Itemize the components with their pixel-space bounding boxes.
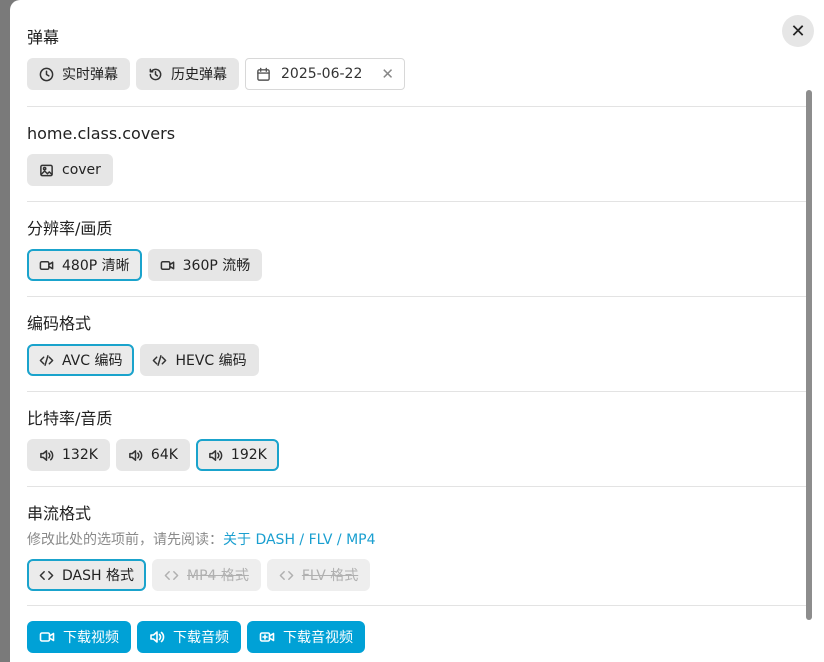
video-camera-icon [39,260,54,270]
stream-note: 修改此处的选项前，请先阅读：关于 DASH / FLV / MP4 [27,529,807,549]
video-camera-icon [160,260,174,270]
cover-button[interactable]: cover [27,154,113,186]
divider [27,486,807,487]
actions-section: 下载视频 下载音频 下载音视频 [27,621,807,653]
resolution-360p-option[interactable]: 360P 流畅 [147,249,263,281]
video-plus-icon [259,632,275,642]
code-brackets-icon [279,570,294,580]
bitrate-section: 比特率/音质 132K 64K 192K [27,408,807,471]
divider [27,106,807,107]
codec-section: 编码格式 AVC 编码 HEVC 编码 [27,313,807,376]
download-audio-button[interactable]: 下载音频 [137,621,241,653]
stream-mp4-label: MP4 格式 [186,568,249,584]
image-icon [40,164,53,176]
bitrate-192k-label: 192K [230,447,267,463]
bitrate-132k-label: 132K [62,447,98,463]
stream-heading: 串流格式 [27,504,92,523]
speaker-icon [209,449,223,461]
bitrate-132k-option[interactable]: 132K [27,439,110,471]
codec-hevc-option[interactable]: HEVC 编码 [140,344,259,376]
download-av-label: 下载音视频 [283,630,353,646]
danmaku-section: 弹幕 实时弹幕 历史弹幕 2025-06-22 ✕ [27,27,807,90]
divider [27,201,807,202]
download-video-label: 下载视频 [63,630,119,646]
covers-heading: home.class.covers [27,124,176,143]
code-brackets-icon [164,570,179,580]
danmaku-heading: 弹幕 [27,28,60,47]
clear-date-icon[interactable]: ✕ [381,65,394,83]
realtime-danmaku-label: 实时弹幕 [62,67,118,83]
code-icon [153,354,167,366]
download-av-button[interactable]: 下载音视频 [247,621,365,653]
scrollbar-thumb[interactable] [806,90,812,620]
stream-mp4-option: MP4 格式 [151,559,261,591]
resolution-heading: 分辨率/画质 [27,219,113,238]
download-video-button[interactable]: 下载视频 [27,621,131,653]
speaker-icon [40,449,54,461]
resolution-480p-label: 480P 清晰 [62,258,130,274]
date-picker[interactable]: 2025-06-22 ✕ [245,58,405,90]
divider [27,391,807,392]
divider [27,296,807,297]
realtime-danmaku-button[interactable]: 实时弹幕 [27,58,130,90]
scrollbar[interactable] [806,90,812,620]
download-dialog: ✕ 弹幕 实时弹幕 历史弹幕 2025-06-22 ✕ home.class.c… [10,0,824,662]
stream-section: 串流格式 修改此处的选项前，请先阅读：关于 DASH / FLV / MP4 D… [27,503,807,591]
date-value: 2025-06-22 [281,66,363,82]
video-camera-icon [39,632,55,642]
download-audio-label: 下载音频 [173,630,229,646]
covers-section: home.class.covers cover [27,123,807,186]
divider [27,605,807,606]
stream-dash-label: DASH 格式 [62,568,134,584]
resolution-360p-label: 360P 流畅 [182,258,251,274]
history-icon [149,68,162,80]
speaker-icon [129,449,143,461]
resolution-section: 分辨率/画质 480P 清晰 360P 流畅 [27,218,807,281]
stream-flv-option: FLV 格式 [266,559,371,591]
clock-icon [39,67,54,81]
code-brackets-icon [39,570,54,580]
codec-avc-label: AVC 编码 [62,353,123,369]
stream-note-text: 修改此处的选项前，请先阅读： [27,532,223,548]
bitrate-heading: 比特率/音质 [27,409,113,428]
stream-dash-option[interactable]: DASH 格式 [27,559,146,591]
resolution-480p-option[interactable]: 480P 清晰 [27,249,142,281]
calendar-icon [257,67,270,81]
codec-avc-option[interactable]: AVC 编码 [27,344,135,376]
stream-note-link[interactable]: 关于 DASH / FLV / MP4 [223,532,376,548]
history-danmaku-button[interactable]: 历史弹幕 [136,58,239,90]
history-danmaku-label: 历史弹幕 [171,67,227,83]
bitrate-192k-option[interactable]: 192K [195,439,279,471]
codec-hevc-label: HEVC 编码 [175,353,247,369]
speaker-icon [150,631,165,643]
code-icon [39,354,54,366]
bitrate-64k-label: 64K [150,447,178,463]
cover-label: cover [62,162,101,178]
codec-heading: 编码格式 [27,314,92,333]
stream-flv-label: FLV 格式 [301,568,359,584]
bitrate-64k-option[interactable]: 64K [115,439,190,471]
